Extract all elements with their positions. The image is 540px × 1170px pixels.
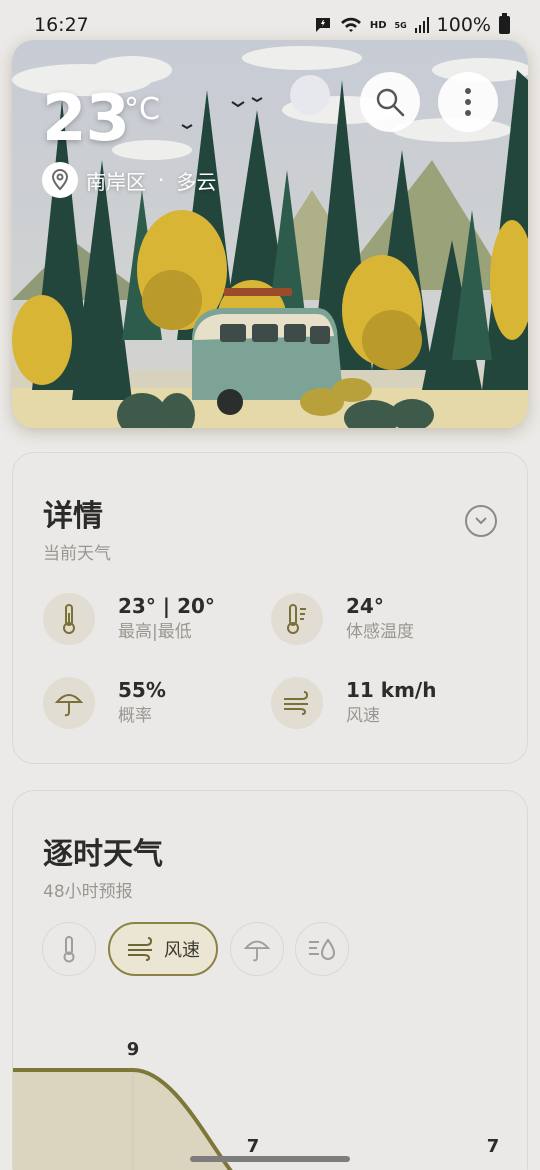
expand-details-button[interactable] — [465, 505, 497, 537]
hourly-subtitle: 48小时预报 — [43, 882, 133, 902]
chip-wind-label: 风速 — [164, 940, 200, 961]
hd-label: HD — [369, 19, 387, 31]
details-subtitle: 当前天气 — [43, 544, 111, 564]
wind-speed-label: 风速 — [346, 706, 380, 726]
detail-high-low: 23° | 20° 最高|最低 — [43, 593, 215, 645]
chip-wind[interactable]: 风速 — [108, 922, 218, 976]
detail-feels-like: 24° 体感温度 — [271, 593, 414, 645]
hourly-title: 逐时天气 — [43, 837, 163, 872]
wind-area — [13, 1070, 527, 1170]
umbrella-icon — [43, 677, 95, 729]
temperature-unit: °C — [124, 92, 160, 127]
humidity-icon — [309, 938, 336, 960]
high-low-value: 23° | 20° — [118, 594, 215, 618]
wind-chart: 9 7 7 — [13, 1039, 527, 1170]
chip-precipitation[interactable] — [230, 922, 284, 976]
battery-icon — [499, 13, 510, 34]
more-options-button[interactable] — [438, 72, 498, 132]
weather-condition: 多云 — [176, 169, 217, 194]
search-button[interactable] — [360, 72, 420, 132]
precipitation-value: 55% — [118, 678, 166, 702]
data-label-1: 7 — [247, 1136, 260, 1157]
current-temperature: 23 — [42, 82, 130, 156]
signal-icon — [414, 17, 429, 33]
battery-percent: 100% — [436, 14, 491, 36]
location-name: 南岸区 — [86, 169, 146, 194]
search-icon — [376, 88, 405, 117]
umbrella-icon — [243, 940, 271, 962]
chevron-down-icon — [475, 517, 487, 525]
thermometer-icon — [63, 936, 75, 963]
thermometer-icon — [43, 593, 95, 645]
weather-hero: 23 °C 南岸区 · 多云 — [12, 40, 528, 428]
high-low-label: 最高|最低 — [118, 622, 192, 642]
details-title: 详情 — [43, 499, 103, 534]
data-label-2: 7 — [487, 1136, 500, 1157]
location-pin-icon — [42, 162, 78, 198]
message-icon — [315, 18, 330, 32]
wind-icon — [128, 937, 153, 961]
status-time: 16:27 — [34, 14, 89, 36]
home-indicator[interactable] — [190, 1156, 350, 1162]
detail-wind: 11 km/h 风速 — [271, 677, 436, 729]
data-label-0: 9 — [127, 1039, 140, 1060]
network-type-label: 5G — [394, 20, 407, 30]
chip-humidity[interactable] — [295, 922, 349, 976]
location-separator: · — [158, 168, 165, 192]
feels-like-icon — [271, 593, 323, 645]
location-row[interactable]: 南岸区 · 多云 — [42, 162, 216, 198]
feels-like-label: 体感温度 — [346, 622, 414, 642]
detail-precipitation: 55% 概率 — [43, 677, 166, 729]
wifi-icon — [340, 17, 361, 32]
precipitation-label: 概率 — [118, 706, 152, 726]
wind-speed-value: 11 km/h — [346, 678, 437, 702]
feels-like-value: 24° — [346, 594, 384, 618]
wind-icon — [271, 677, 323, 729]
details-card: 详情 当前天气 23° | 20° 最高|最低 24° 体感温度 55% 概率 — [12, 452, 528, 764]
more-vert-icon — [465, 88, 471, 116]
status-icons: HD 5G 100% — [314, 13, 510, 36]
chip-temperature[interactable] — [42, 922, 96, 976]
